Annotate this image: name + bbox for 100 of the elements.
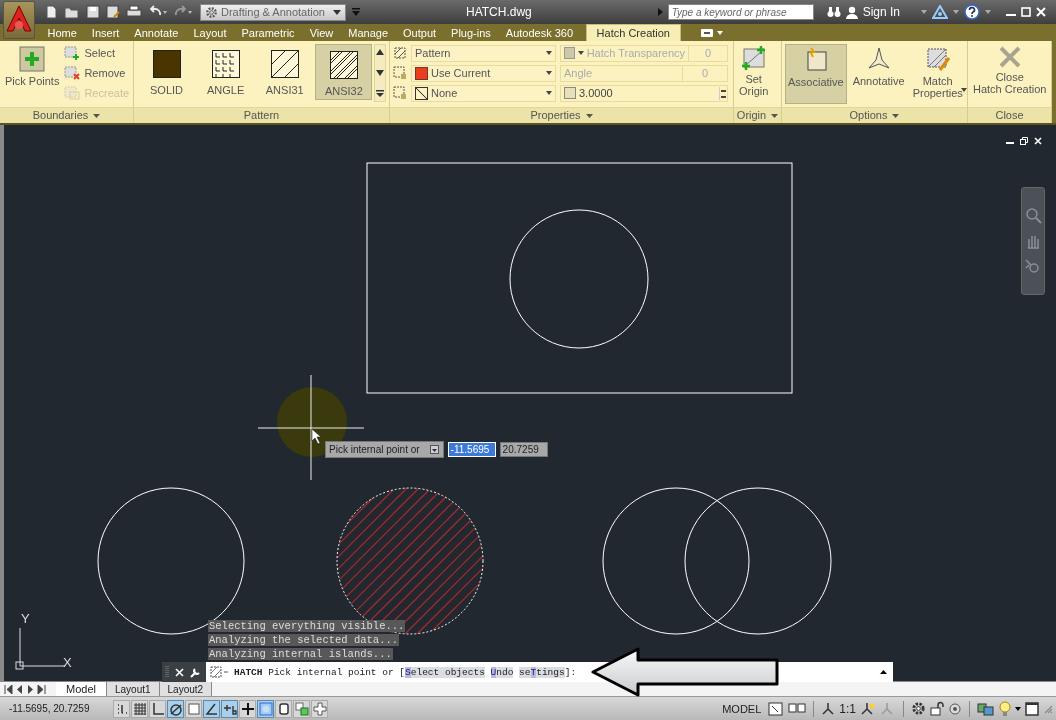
save-as-icon[interactable]: [106, 5, 120, 19]
resize-grip-icon[interactable]: [1043, 703, 1053, 714]
ribbon-tab[interactable]: Insert: [84, 24, 127, 41]
quickprops-toggle[interactable]: [275, 699, 292, 718]
annotation-scale-dropdown[interactable]: 1:1: [839, 701, 856, 716]
hatch-command-icon[interactable]: [210, 666, 230, 678]
previous-tab-icon[interactable]: [15, 684, 24, 694]
quick-view-layouts-icon[interactable]: [768, 701, 785, 716]
application-menu-button[interactable]: [3, 1, 35, 39]
clean-screen-icon[interactable]: [1025, 701, 1039, 716]
caret-icon[interactable]: [892, 113, 900, 118]
otrack-toggle[interactable]: [203, 699, 220, 718]
pick-points-button[interactable]: Pick Points: [3, 44, 62, 104]
monitor-toggle[interactable]: [311, 699, 328, 718]
background-color-dropdown[interactable]: None: [411, 84, 556, 102]
restore-icon[interactable]: [1020, 137, 1028, 145]
panel-footer[interactable]: Properties: [390, 107, 733, 123]
maximize-icon[interactable]: [1021, 7, 1031, 17]
hatch-pattern-swatch[interactable]: ANSI32: [315, 44, 373, 100]
caret-icon[interactable]: [771, 113, 779, 118]
hatch-type-icon: [393, 46, 407, 60]
panel-footer[interactable]: Options: [782, 107, 967, 123]
first-tab-icon[interactable]: [4, 684, 13, 694]
set-origin-button[interactable]: Set Origin: [737, 44, 771, 104]
scroll-up-icon[interactable]: [376, 49, 385, 55]
printer-icon[interactable]: [126, 5, 142, 19]
hatch-type-dropdown[interactable]: Pattern: [411, 44, 556, 62]
ortho-toggle[interactable]: [149, 699, 166, 718]
sign-in-button[interactable]: Sign In: [862, 5, 900, 19]
panel-toggle-icon[interactable]: [701, 28, 723, 37]
ducs-toggle[interactable]: [221, 699, 238, 718]
user-icon[interactable]: [845, 5, 858, 19]
open-folder-icon[interactable]: [64, 5, 80, 19]
cycling-toggle[interactable]: [293, 699, 310, 718]
history-up-icon[interactable]: [880, 670, 887, 674]
triangle-network-icon[interactable]: [932, 5, 948, 19]
hardware-acceleration-icon[interactable]: [948, 701, 962, 716]
close-icon[interactable]: [1034, 137, 1042, 145]
y-coordinate-input[interactable]: 20.7259: [499, 442, 548, 457]
annotation-scale-icon[interactable]: [821, 701, 836, 716]
osnap-toggle[interactable]: [185, 699, 202, 718]
ribbon-tab[interactable]: Plug-ins: [443, 24, 499, 41]
zoom-window-icon[interactable]: [1024, 206, 1042, 224]
caret-icon[interactable]: [93, 113, 101, 118]
associative-button[interactable]: Associative: [785, 44, 847, 104]
scale-field[interactable]: 3.0000: [560, 84, 728, 102]
expand-triangle-icon[interactable]: [657, 8, 663, 16]
scroll-down-icon[interactable]: [376, 69, 385, 76]
model-space-button[interactable]: MODEL: [719, 702, 765, 715]
customize-caret-icon[interactable]: [352, 8, 360, 16]
ribbon-tab[interactable]: Parametric: [233, 24, 303, 41]
ribbon-tab[interactable]: Home: [40, 24, 85, 41]
dynamic-input-tooltip: Pick internal point or: [325, 441, 444, 458]
snap-toggle[interactable]: [113, 699, 130, 718]
wrench-icon[interactable]: [190, 666, 201, 678]
dyn-toggle[interactable]: [239, 699, 256, 718]
ribbon-tab[interactable]: Annotate: [126, 24, 186, 41]
expand-gallery-icon[interactable]: [376, 90, 385, 97]
transparency-toggle[interactable]: [257, 699, 274, 718]
close-hatch-creation-button[interactable]: Close Hatch Creation: [971, 44, 1049, 104]
gear-icon[interactable]: [911, 701, 926, 716]
quick-view-drawings-icon[interactable]: [788, 701, 807, 716]
model-tab[interactable]: Model: [56, 682, 107, 696]
select-boundary-button[interactable]: Select: [64, 44, 130, 61]
ribbon-tab[interactable]: Layout: [185, 24, 234, 41]
annotation-visibility-icon[interactable]: [860, 701, 876, 716]
save-icon[interactable]: [86, 5, 100, 19]
new-file-icon[interactable]: [44, 5, 58, 19]
next-tab-icon[interactable]: [26, 684, 35, 694]
ribbon-tab[interactable]: Autodesk 360: [498, 24, 581, 41]
binoculars-icon[interactable]: [826, 6, 841, 18]
last-tab-icon[interactable]: [37, 684, 46, 694]
panel-footer[interactable]: Origin: [734, 107, 781, 123]
caret-icon[interactable]: [585, 113, 593, 118]
workspace-dropdown[interactable]: Drafting & Annotation: [200, 3, 346, 21]
remove-boundary-button[interactable]: Remove: [64, 64, 130, 81]
x-coordinate-input[interactable]: -11.5695: [447, 442, 496, 457]
close-icon[interactable]: [175, 667, 184, 677]
layout-tab[interactable]: Layout2: [159, 682, 213, 696]
plus-icon: [19, 46, 46, 72]
close-icon[interactable]: [1036, 7, 1046, 17]
ribbon-tab[interactable]: Hatch Creation: [585, 24, 681, 41]
ribbon-tab[interactable]: Output: [395, 24, 444, 41]
command-prompt[interactable]: HATCH Pick internal point or [Select objects Undo seTtings]:: [234, 666, 577, 678]
grid-toggle[interactable]: [131, 699, 148, 718]
unlocked-padlock-icon[interactable]: [930, 701, 944, 716]
isolate-objects-icon[interactable]: [977, 700, 995, 717]
set-origin-icon: [740, 46, 767, 70]
match-button[interactable]: Match Properties: [910, 44, 965, 104]
help-icon[interactable]: [964, 4, 980, 20]
caret-icon[interactable]: [1015, 706, 1021, 711]
layout-tab[interactable]: Layout1: [106, 682, 160, 696]
ortho-icon: [150, 701, 165, 716]
search-field[interactable]: Type a keyword or phrase: [667, 4, 814, 20]
hatch-color-dropdown[interactable]: Use Current: [411, 64, 556, 82]
polar-toggle[interactable]: [167, 699, 184, 718]
ribbon-tab[interactable]: View: [302, 24, 341, 41]
ribbon-tab[interactable]: Manage: [340, 24, 396, 41]
annotative-button[interactable]: Annotative: [850, 44, 907, 104]
panel-footer[interactable]: Boundaries: [0, 107, 133, 123]
